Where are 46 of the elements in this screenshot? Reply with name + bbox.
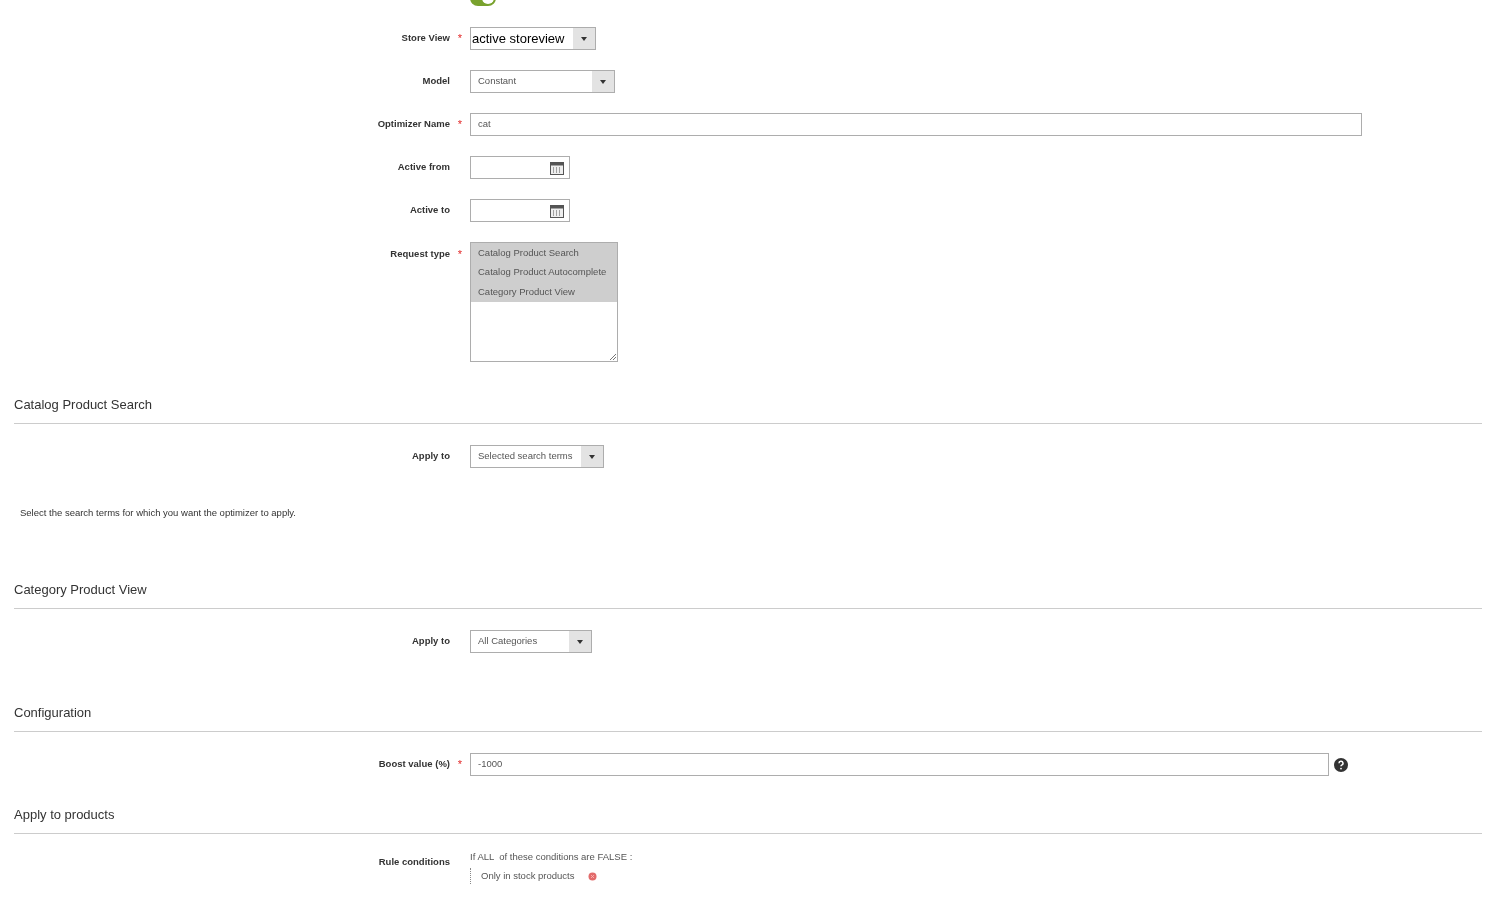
caret-icon	[589, 454, 595, 459]
required-mark: *	[457, 247, 463, 262]
input-field[interactable]: cat	[470, 113, 1362, 136]
select-field[interactable]: Constant	[470, 70, 615, 93]
section-title: Category Product View	[14, 581, 148, 598]
calendar-icon[interactable]	[550, 160, 564, 175]
select-field[interactable]: All Categories	[470, 630, 592, 653]
multiselect-list[interactable]: Catalog Product Search Catalog Product Autocomplete Category Product View	[470, 242, 618, 362]
help-text: Select the search terms for which you want the optimizer to apply.	[20, 506, 297, 520]
field-label: Store View	[401, 31, 450, 46]
field-label: Rule conditions	[378, 855, 450, 869]
required-mark: *	[457, 757, 463, 773]
conditions-intro: If ALL of these conditions are FALSE :	[470, 850, 633, 864]
field-label: Boost value (%)	[378, 757, 450, 772]
list-option[interactable]: Catalog Product Autocomplete	[471, 262, 617, 282]
caret-icon	[581, 36, 587, 41]
calendar-icon[interactable]	[550, 203, 564, 218]
input-field[interactable]: -1000	[470, 753, 1329, 776]
select-value: Selected search terms	[477, 449, 573, 464]
required-mark: *	[457, 31, 463, 47]
date-field[interactable]	[470, 199, 570, 222]
field-label: Apply to	[412, 449, 450, 464]
section-title: Apply to products	[14, 806, 116, 823]
help-icon[interactable]	[1334, 757, 1348, 772]
field-label: Active from	[397, 160, 450, 175]
field-label: Apply to	[412, 634, 450, 649]
caret-icon	[577, 639, 583, 644]
resize-handle-icon[interactable]	[609, 353, 616, 360]
list-option[interactable]: Category Product View	[471, 282, 617, 302]
select-field[interactable]: Selected search terms	[470, 445, 604, 468]
select-field[interactable]: active storeview	[470, 27, 596, 50]
condition-text: Only in stock products	[481, 869, 575, 884]
date-field[interactable]	[470, 156, 570, 179]
select-value: active storeview	[471, 29, 565, 48]
select-value: All Categories	[477, 634, 538, 649]
section-title: Configuration	[14, 704, 93, 721]
section-title: Catalog Product Search	[14, 396, 154, 413]
field-label: Active to	[409, 203, 450, 218]
field-label: Model	[422, 74, 450, 89]
remove-icon[interactable]	[588, 871, 598, 881]
required-mark: *	[457, 117, 463, 133]
select-value: Constant	[477, 74, 517, 89]
caret-icon	[600, 79, 606, 84]
list-option[interactable]: Catalog Product Search	[471, 243, 617, 263]
field-label: Optimizer Name	[377, 117, 450, 132]
field-label: Request type	[390, 247, 450, 261]
